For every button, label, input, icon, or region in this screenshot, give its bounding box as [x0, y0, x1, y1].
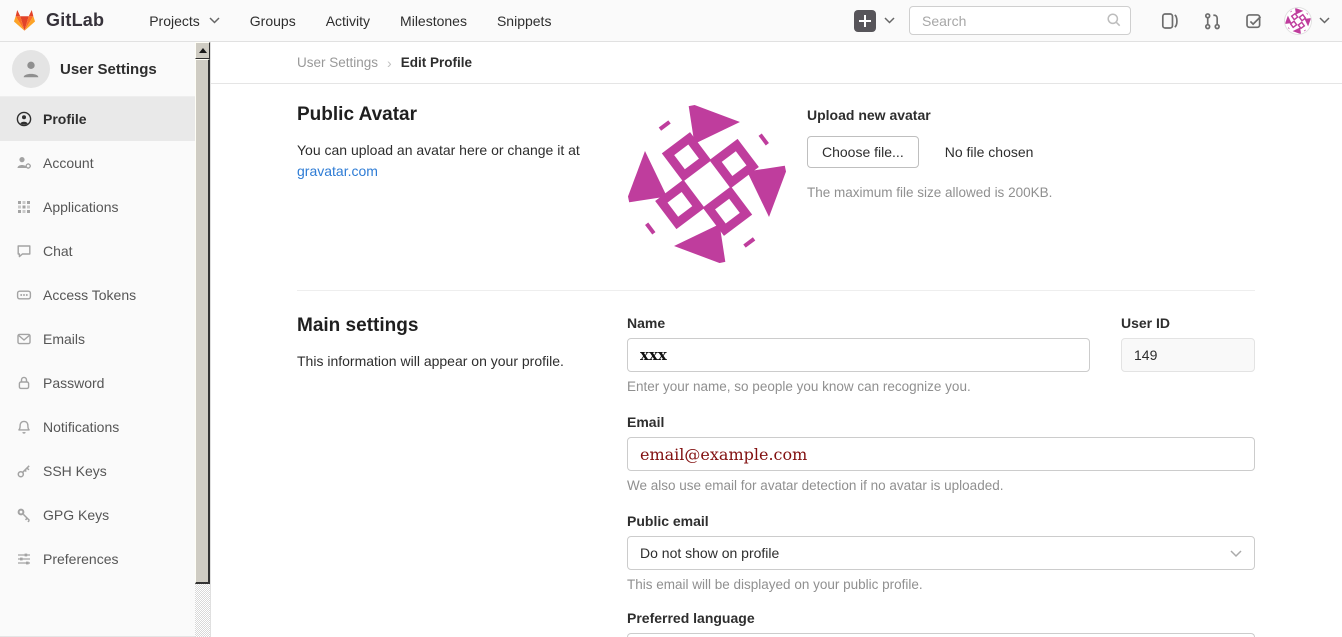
avatar-description: You can upload an avatar here or change …	[297, 140, 587, 182]
sidebar-item-emails[interactable]: Emails	[0, 317, 196, 361]
chevron-down-icon	[1319, 17, 1330, 24]
main-settings-description: This information will appear on your pro…	[297, 351, 587, 372]
nav-snippets[interactable]: Snippets	[482, 0, 566, 41]
chevron-down-icon	[209, 17, 220, 24]
breadcrumb-user-settings-link[interactable]: User Settings	[297, 55, 378, 70]
preferred-language-select[interactable]	[627, 633, 1255, 637]
nav-projects[interactable]: Projects	[134, 0, 235, 41]
chat-icon	[16, 243, 32, 259]
public-avatar-section: Public Avatar You can upload an avatar h…	[297, 84, 1255, 264]
public-email-select[interactable]: Do not show on profile	[627, 536, 1255, 570]
search-input[interactable]	[909, 6, 1131, 35]
ssh-key-icon	[16, 463, 32, 479]
nav-groups[interactable]: Groups	[235, 0, 311, 41]
primary-nav: Projects Groups Activity Milestones Snip…	[134, 0, 566, 41]
name-input[interactable]	[627, 338, 1090, 372]
navbar-right	[854, 6, 1330, 35]
scrollbar-thumb[interactable]	[195, 59, 210, 584]
section-title-public-avatar: Public Avatar	[297, 104, 627, 126]
email-label: Email	[627, 414, 1255, 430]
sidebar-item-ssh-keys[interactable]: SSH Keys	[0, 449, 196, 493]
breadcrumb-separator: ›	[387, 55, 392, 71]
chevron-down-icon	[1230, 550, 1242, 558]
gravatar-link[interactable]: gravatar.com	[297, 163, 378, 179]
user-id-input	[1121, 338, 1255, 372]
nav-activity[interactable]: Activity	[311, 0, 385, 41]
scrollbar-up-button[interactable]	[195, 42, 210, 59]
preferred-language-label: Preferred language	[627, 610, 1255, 626]
email-help-text: We also use email for avatar detection i…	[627, 478, 1255, 493]
sidebar-item-gpg-keys[interactable]: GPG Keys	[0, 493, 196, 537]
gitlab-home-link[interactable]: GitLab	[12, 9, 104, 32]
brand-name: GitLab	[46, 10, 104, 31]
sidebar-item-account[interactable]: Account	[0, 141, 196, 185]
public-email-selected-value: Do not show on profile	[640, 545, 779, 561]
emails-icon	[16, 331, 32, 347]
no-file-chosen-text: No file chosen	[945, 144, 1034, 160]
max-file-size-help: The maximum file size allowed is 200KB.	[807, 185, 1052, 200]
name-help-text: Enter your name, so people you know can …	[627, 379, 1090, 394]
sidebar-scrollbar[interactable]	[195, 42, 210, 637]
user-menu[interactable]	[1285, 8, 1330, 34]
sidebar-item-profile[interactable]: Profile	[0, 97, 196, 141]
user-avatar	[1285, 8, 1311, 34]
main-content: User Settings › Edit Profile Public Avat…	[211, 42, 1342, 637]
choose-file-button[interactable]: Choose file...	[807, 136, 919, 168]
search-icon	[1106, 12, 1122, 28]
user-settings-avatar-icon	[12, 50, 50, 88]
todo-done-icon[interactable]	[1245, 12, 1263, 30]
nav-milestones[interactable]: Milestones	[385, 0, 482, 41]
account-icon	[16, 155, 32, 171]
breadcrumb: User Settings › Edit Profile	[211, 42, 1342, 84]
breadcrumb-current: Edit Profile	[401, 55, 472, 70]
preferences-sliders-icon	[16, 551, 32, 567]
sidebar-item-password[interactable]: Password	[0, 361, 196, 405]
profile-icon	[16, 111, 32, 127]
password-lock-icon	[16, 375, 32, 391]
gitlab-logo-icon	[12, 9, 37, 32]
settings-sidebar: User Settings Profile Account	[0, 42, 211, 637]
main-settings-section: Main settings This information will appe…	[297, 291, 1255, 637]
issues-icon[interactable]	[1161, 12, 1179, 30]
sidebar-title: User Settings	[60, 61, 157, 78]
profile-identicon-avatar	[627, 104, 787, 264]
sidebar-header: User Settings	[0, 42, 196, 97]
gpg-key-icon	[16, 507, 32, 523]
chevron-down-icon[interactable]	[884, 17, 895, 24]
sidebar-item-notifications[interactable]: Notifications	[0, 405, 196, 449]
sidebar-item-preferences[interactable]: Preferences	[0, 537, 196, 581]
email-input[interactable]	[627, 437, 1255, 471]
sidebar-item-chat[interactable]: Chat	[0, 229, 196, 273]
user-id-label: User ID	[1121, 315, 1255, 331]
new-plus-button[interactable]	[854, 10, 876, 32]
public-email-help-text: This email will be displayed on your pub…	[627, 577, 1255, 592]
notifications-bell-icon	[16, 419, 32, 435]
sidebar-item-applications[interactable]: Applications	[0, 185, 196, 229]
access-tokens-icon	[16, 287, 32, 303]
upload-new-avatar-label: Upload new avatar	[807, 107, 1052, 123]
public-email-label: Public email	[627, 513, 1255, 529]
merge-request-icon[interactable]	[1203, 12, 1221, 30]
sidebar-item-access-tokens[interactable]: Access Tokens	[0, 273, 196, 317]
name-label: Name	[627, 315, 1090, 331]
top-navbar: GitLab Projects Groups Activity Mileston…	[0, 0, 1342, 42]
applications-icon	[16, 199, 32, 215]
section-title-main-settings: Main settings	[297, 315, 627, 337]
